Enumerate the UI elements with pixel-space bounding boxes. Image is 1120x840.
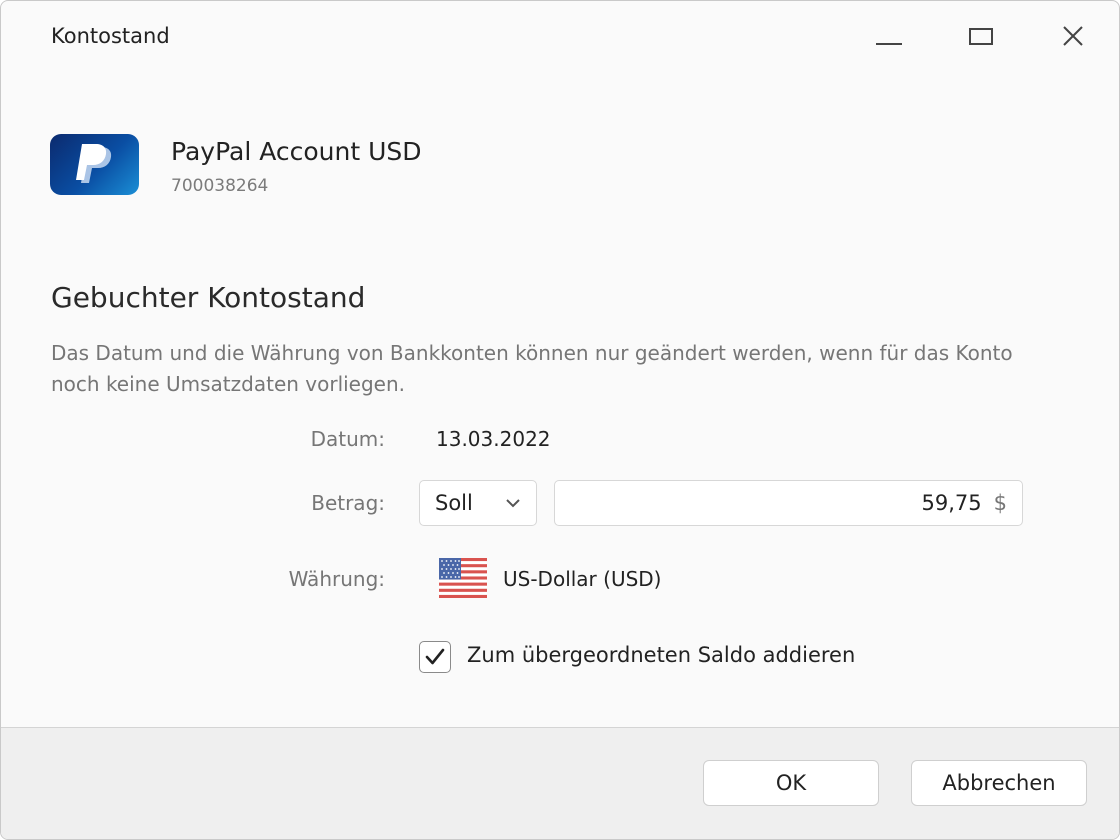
minimize-button[interactable]	[866, 15, 912, 57]
add-to-parent-balance-checkbox[interactable]	[419, 641, 451, 673]
paypal-logo-icon	[50, 134, 139, 195]
account-number: 700038264	[171, 176, 269, 196]
ok-button[interactable]: OK	[703, 760, 879, 806]
section-title: Gebuchter Kontostand	[51, 281, 366, 314]
maximize-button[interactable]	[958, 15, 1004, 57]
amount-label: Betrag:	[311, 491, 385, 515]
debit-credit-selected-value: Soll	[435, 491, 473, 515]
currency-label: Währung:	[288, 567, 385, 591]
amount-input[interactable]: 59,75 $	[554, 480, 1023, 526]
close-icon	[1063, 26, 1083, 46]
account-name: PayPal Account USD	[171, 137, 422, 166]
section-description: Das Datum und die Währung von Bankkonten…	[51, 341, 1013, 396]
date-value: 13.03.2022	[436, 427, 551, 451]
add-to-parent-balance-label[interactable]: Zum übergeordneten Saldo addieren	[467, 643, 855, 667]
checkmark-icon	[425, 648, 445, 665]
us-flag-icon	[439, 558, 487, 598]
dialog-window: Kontostand PayPal Account USD 700038264 …	[0, 0, 1120, 840]
amount-value: 59,75	[921, 491, 982, 515]
amount-currency-symbol: $	[993, 491, 1007, 515]
date-label: Datum:	[310, 427, 385, 451]
chevron-down-icon	[506, 499, 520, 508]
close-button[interactable]	[1050, 15, 1096, 57]
window-title: Kontostand	[51, 24, 170, 48]
maximize-icon	[969, 27, 993, 45]
minimize-icon	[876, 43, 902, 45]
paypal-p-icon	[75, 143, 111, 183]
debit-credit-select[interactable]: Soll	[419, 480, 537, 526]
currency-value: US-Dollar (USD)	[503, 567, 662, 591]
cancel-button[interactable]: Abbrechen	[911, 760, 1087, 806]
